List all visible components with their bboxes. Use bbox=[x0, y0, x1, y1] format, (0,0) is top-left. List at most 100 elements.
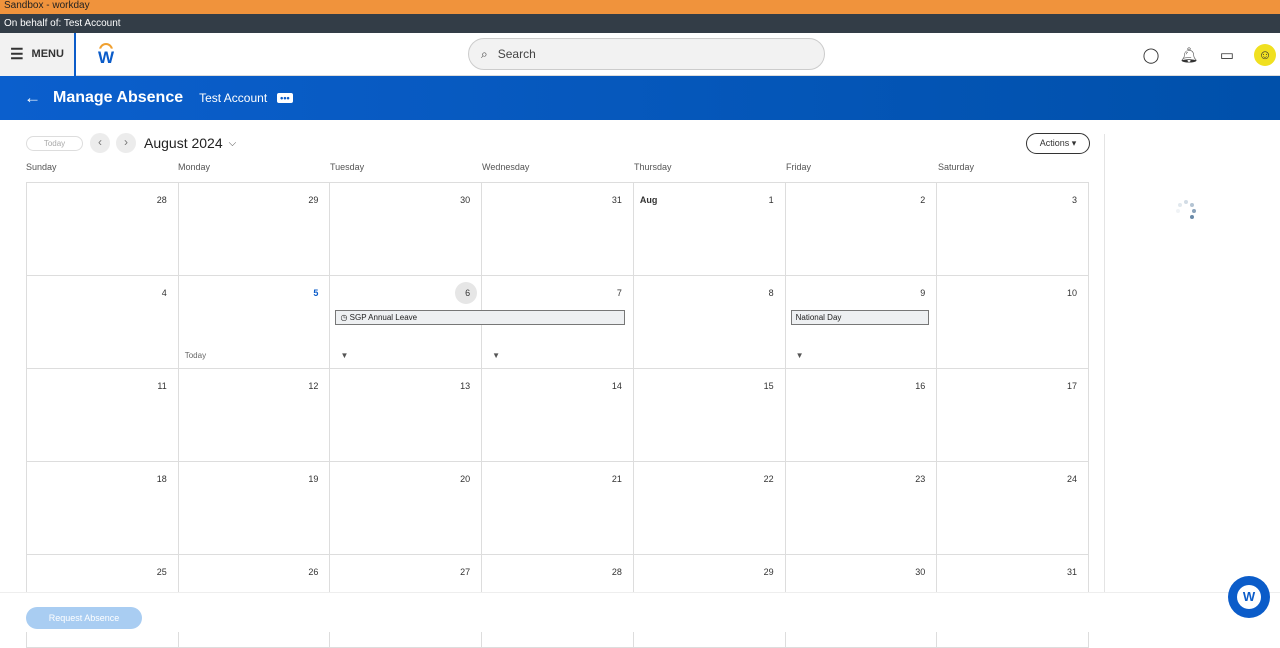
calendar-week: 4 5 Today 6 ▼ ◷ SGP Annual Leave 7 ▼ 8 9 ▼ National… bbox=[27, 276, 1090, 369]
search-input[interactable]: ⌕ Search bbox=[468, 38, 825, 70]
calendar-day[interactable]: 17 bbox=[937, 369, 1090, 462]
expand-caret-icon[interactable]: ▼ bbox=[340, 351, 348, 360]
related-actions-button[interactable]: ••• bbox=[277, 93, 293, 103]
day-number: 4 bbox=[161, 288, 167, 298]
day-number: 6 bbox=[465, 288, 471, 298]
calendar-day[interactable]: 8 bbox=[633, 276, 786, 369]
request-absence-button[interactable]: Request Absence bbox=[26, 607, 142, 629]
top-nav: ☰ MENU W ⌕ Search ◯ 🔔︎ ▭ ☺ bbox=[0, 32, 1280, 76]
chevron-down-icon[interactable]: ⌵ bbox=[229, 138, 237, 149]
workday-logo[interactable]: W bbox=[96, 43, 116, 67]
day-number: 15 bbox=[763, 381, 774, 391]
page-title: Manage Absence bbox=[53, 89, 184, 106]
absence-event[interactable]: ◷ SGP Annual Leave bbox=[335, 310, 626, 325]
sandbox-banner: Sandbox - workday bbox=[0, 0, 1280, 14]
day-number: 31 bbox=[611, 195, 622, 205]
assistant-button[interactable]: W bbox=[1228, 576, 1270, 618]
calendar-week: 18 19 20 21 22 23 24 bbox=[27, 462, 1090, 555]
calendar-day[interactable]: 31 bbox=[482, 183, 634, 276]
day-number: 27 bbox=[460, 567, 471, 577]
day-number: 14 bbox=[611, 381, 622, 391]
calendar-day[interactable]: 22 bbox=[633, 462, 786, 555]
day-number: 26 bbox=[308, 567, 319, 577]
absence-event[interactable]: National Day bbox=[790, 310, 929, 325]
calendar-day[interactable]: 24 bbox=[937, 462, 1090, 555]
menu-label: MENU bbox=[31, 48, 64, 60]
weekday-thursday: Thursday bbox=[634, 162, 672, 172]
chat-icon[interactable]: ◯ bbox=[1132, 46, 1170, 64]
event-label: SGP Annual Leave bbox=[349, 313, 418, 322]
calendar-day[interactable]: 30 bbox=[330, 183, 483, 276]
next-month-button[interactable]: › bbox=[116, 133, 136, 153]
expand-caret-icon[interactable]: ▼ bbox=[796, 351, 804, 360]
calendar-day[interactable]: 19 bbox=[178, 462, 331, 555]
calendar-day[interactable]: 23 bbox=[785, 462, 938, 555]
day-number: 21 bbox=[611, 474, 622, 484]
day-number: 25 bbox=[156, 567, 167, 577]
day-number: 31 bbox=[1067, 567, 1078, 577]
prev-month-button[interactable]: ‹ bbox=[90, 133, 110, 153]
weekday-tuesday: Tuesday bbox=[330, 162, 365, 172]
calendar-day[interactable]: 16 bbox=[785, 369, 938, 462]
calendar-day[interactable]: 14 bbox=[482, 369, 634, 462]
day-number: 10 bbox=[1067, 288, 1078, 298]
month-selector[interactable]: August 2024 bbox=[144, 135, 223, 151]
day-number: 12 bbox=[308, 381, 319, 391]
calendar-grid: 28 29 30 31 1 Aug 2 3 4 5 Today 6 ▼ ◷ SGP Annual Leav… bbox=[26, 182, 1090, 648]
calendar-day[interactable]: 9 ▼ National Day bbox=[785, 276, 938, 369]
day-number: 19 bbox=[308, 474, 319, 484]
weekday-friday: Friday bbox=[786, 162, 812, 172]
workday-assistant-icon: W bbox=[1237, 585, 1261, 609]
day-number: 30 bbox=[915, 567, 926, 577]
day-number: 2 bbox=[920, 195, 926, 205]
calendar-day[interactable]: 12 bbox=[178, 369, 331, 462]
search-icon: ⌕ bbox=[481, 46, 488, 61]
day-number: 7 bbox=[616, 288, 622, 298]
calendar-day[interactable]: 13 bbox=[330, 369, 483, 462]
search-placeholder: Search bbox=[497, 47, 536, 61]
calendar-day[interactable]: 4 bbox=[27, 276, 179, 369]
day-number: 3 bbox=[1072, 195, 1078, 205]
inbox-icon[interactable]: ▭ bbox=[1208, 46, 1246, 64]
month-label: Aug bbox=[639, 195, 658, 205]
calendar-day[interactable]: 28 bbox=[27, 183, 179, 276]
weekday-headers: Sunday Monday Tuesday Wednesday Thursday Frid… bbox=[26, 162, 1090, 172]
actions-button[interactable]: Actions ▾ bbox=[1026, 133, 1090, 154]
day-number: 29 bbox=[308, 195, 319, 205]
calendar-day[interactable]: 2 bbox=[785, 183, 938, 276]
calendar-day[interactable]: 6 ▼ ◷ SGP Annual Leave bbox=[330, 276, 626, 369]
calendar-day[interactable]: 20 bbox=[330, 462, 483, 555]
day-number: 30 bbox=[460, 195, 471, 205]
day-number: 9 bbox=[920, 288, 926, 298]
calendar-day[interactable]: 11 bbox=[27, 369, 179, 462]
calendar-day[interactable]: 21 bbox=[482, 462, 634, 555]
day-number: 18 bbox=[156, 474, 167, 484]
calendar-day[interactable]: 29 bbox=[178, 183, 331, 276]
calendar-day[interactable]: 3 bbox=[937, 183, 1090, 276]
calendar-day[interactable]: 18 bbox=[27, 462, 179, 555]
on-behalf-bar: On behalf of: Test Account bbox=[0, 14, 1280, 33]
day-number: 23 bbox=[915, 474, 926, 484]
day-number: 22 bbox=[763, 474, 774, 484]
menu-button[interactable]: ☰ MENU bbox=[0, 32, 76, 76]
calendar-day[interactable]: 5 Today bbox=[178, 276, 331, 369]
account-name[interactable]: Test Account bbox=[199, 91, 267, 105]
calendar-week: 28 29 30 31 1 Aug 2 3 bbox=[27, 183, 1090, 276]
weekday-monday: Monday bbox=[178, 162, 211, 172]
event-label: National Day bbox=[795, 313, 842, 322]
calendar-day[interactable]: 10 bbox=[937, 276, 1090, 369]
day-number: 20 bbox=[460, 474, 471, 484]
day-number: 16 bbox=[915, 381, 926, 391]
loading-spinner-icon bbox=[1175, 200, 1197, 222]
day-number: 28 bbox=[156, 195, 167, 205]
calendar-day[interactable]: 15 bbox=[633, 369, 786, 462]
bell-icon[interactable]: 🔔︎ bbox=[1170, 46, 1208, 64]
calendar-week: 11 12 13 14 15 16 17 bbox=[27, 369, 1090, 462]
today-button[interactable]: Today bbox=[26, 135, 83, 151]
back-arrow-icon[interactable]: ← bbox=[24, 88, 41, 108]
avatar[interactable]: ☺ bbox=[1254, 43, 1276, 66]
clock-icon: ◷ bbox=[340, 313, 350, 322]
calendar-day[interactable]: 1 Aug bbox=[633, 183, 786, 276]
hamburger-icon: ☰ bbox=[10, 46, 24, 63]
expand-caret-icon[interactable]: ▼ bbox=[492, 351, 500, 360]
